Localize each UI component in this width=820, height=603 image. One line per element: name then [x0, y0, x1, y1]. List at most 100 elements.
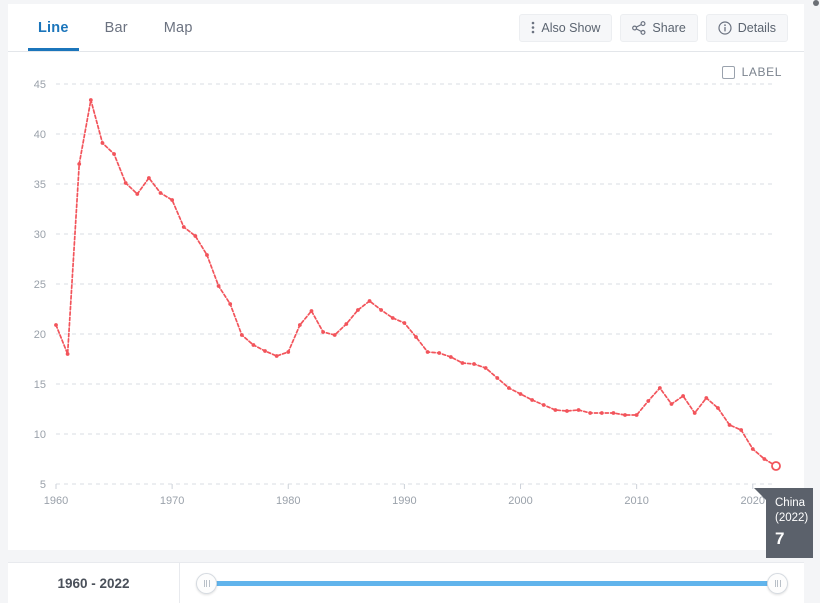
- series-point: [344, 322, 348, 326]
- series-point: [89, 98, 93, 102]
- tab-bar[interactable]: Bar: [87, 4, 146, 51]
- series-point: [623, 413, 627, 417]
- x-axis-tick-label: 2010: [624, 495, 648, 507]
- also-show-label: Also Show: [541, 21, 600, 35]
- x-axis-tick-label: 1990: [392, 495, 416, 507]
- tab-map-label: Map: [164, 20, 193, 36]
- series-point: [716, 406, 720, 410]
- series-point: [310, 309, 314, 313]
- chart-type-tabs: Line Bar Map: [8, 4, 211, 51]
- share-label: Share: [652, 21, 685, 35]
- series-point: [612, 411, 616, 415]
- series-point: [112, 152, 116, 156]
- series-point: [646, 399, 650, 403]
- series-point: [739, 428, 743, 432]
- share-button[interactable]: Share: [620, 14, 697, 42]
- year-range-slider[interactable]: [180, 563, 804, 603]
- series-point: [217, 284, 221, 288]
- series-point: [402, 321, 406, 325]
- tab-map[interactable]: Map: [146, 4, 211, 51]
- series-point: [170, 198, 174, 202]
- series-point: [263, 349, 267, 353]
- line-chart-plot[interactable]: 5101520253035404519601970198019902000201…: [8, 52, 804, 550]
- details-button[interactable]: Details: [706, 14, 788, 42]
- series-point: [437, 351, 441, 355]
- series-point: [472, 362, 476, 366]
- slider-handle-end[interactable]: [767, 573, 788, 594]
- series-point: [658, 386, 662, 390]
- series-point: [205, 253, 209, 257]
- y-axis-tick-label: 10: [34, 429, 46, 441]
- series-point: [159, 191, 163, 195]
- series-point: [66, 352, 70, 356]
- series-point: [751, 447, 755, 451]
- tooltip-country: China: [775, 496, 804, 511]
- tab-line-label: Line: [38, 20, 69, 36]
- series-point: [135, 192, 139, 196]
- series-point: [484, 366, 488, 370]
- y-axis-tick-label: 20: [34, 329, 46, 341]
- series-point: [461, 361, 465, 365]
- details-label: Details: [738, 21, 776, 35]
- series-point: [54, 323, 58, 327]
- series-point: [193, 234, 197, 238]
- series-point: [542, 403, 546, 407]
- tooltip-year: (2022): [775, 511, 804, 526]
- x-axis-tick-label: 1980: [276, 495, 300, 507]
- series-point: [252, 343, 256, 347]
- chart-toolbar: Line Bar Map Also Show: [8, 4, 804, 52]
- y-axis-tick-label: 35: [34, 179, 46, 191]
- series-point: [681, 394, 685, 398]
- toolbar-actions: Also Show Share: [519, 4, 804, 51]
- series-point: [101, 141, 105, 145]
- page-scrollbar[interactable]: [812, 0, 820, 603]
- series-point: [182, 225, 186, 229]
- share-icon: [632, 21, 646, 35]
- series-point-highlight: [772, 462, 780, 470]
- scrollbar-thumb[interactable]: [813, 0, 819, 6]
- kebab-menu-icon: [531, 21, 535, 34]
- series-point: [670, 402, 674, 406]
- series-point: [704, 396, 708, 400]
- chart-viewer-app: Line Bar Map Also Show: [0, 0, 820, 603]
- series-point: [147, 176, 151, 180]
- series-point: [588, 411, 592, 415]
- series-point: [321, 330, 325, 334]
- chart-panel: LABEL 5101520253035404519601970198019902…: [8, 52, 804, 550]
- data-point-tooltip: China (2022) 7: [766, 488, 813, 558]
- series-line: [56, 100, 776, 466]
- series-point: [600, 411, 604, 415]
- series-point: [356, 308, 360, 312]
- slider-handle-start[interactable]: [196, 573, 217, 594]
- series-point: [228, 302, 232, 306]
- series-point: [379, 308, 383, 312]
- y-axis-tick-label: 45: [34, 79, 46, 91]
- series-point: [275, 354, 279, 358]
- series-point: [635, 413, 639, 417]
- series-point: [240, 333, 244, 337]
- series-point: [577, 408, 581, 412]
- series-point: [124, 181, 128, 185]
- series-point: [693, 411, 697, 415]
- y-axis-tick-label: 25: [34, 279, 46, 291]
- series-point: [414, 335, 418, 339]
- tab-line[interactable]: Line: [20, 4, 87, 51]
- series-point: [286, 350, 290, 354]
- series-point: [391, 316, 395, 320]
- series-point: [449, 355, 453, 359]
- series-point: [565, 409, 569, 413]
- series-point: [333, 333, 337, 337]
- series-point: [728, 423, 732, 427]
- y-axis-tick-label: 40: [34, 129, 46, 141]
- x-axis-tick-label: 2000: [508, 495, 532, 507]
- y-axis-tick-label: 5: [40, 479, 46, 491]
- slider-track[interactable]: [206, 581, 778, 586]
- series-point: [368, 299, 372, 303]
- tooltip-value: 7: [775, 528, 804, 549]
- also-show-button[interactable]: Also Show: [519, 14, 612, 42]
- x-axis-tick-label: 1960: [44, 495, 68, 507]
- x-axis-tick-label: 1970: [160, 495, 184, 507]
- series-point: [77, 162, 81, 166]
- series-point: [495, 376, 499, 380]
- y-axis-tick-label: 30: [34, 229, 46, 241]
